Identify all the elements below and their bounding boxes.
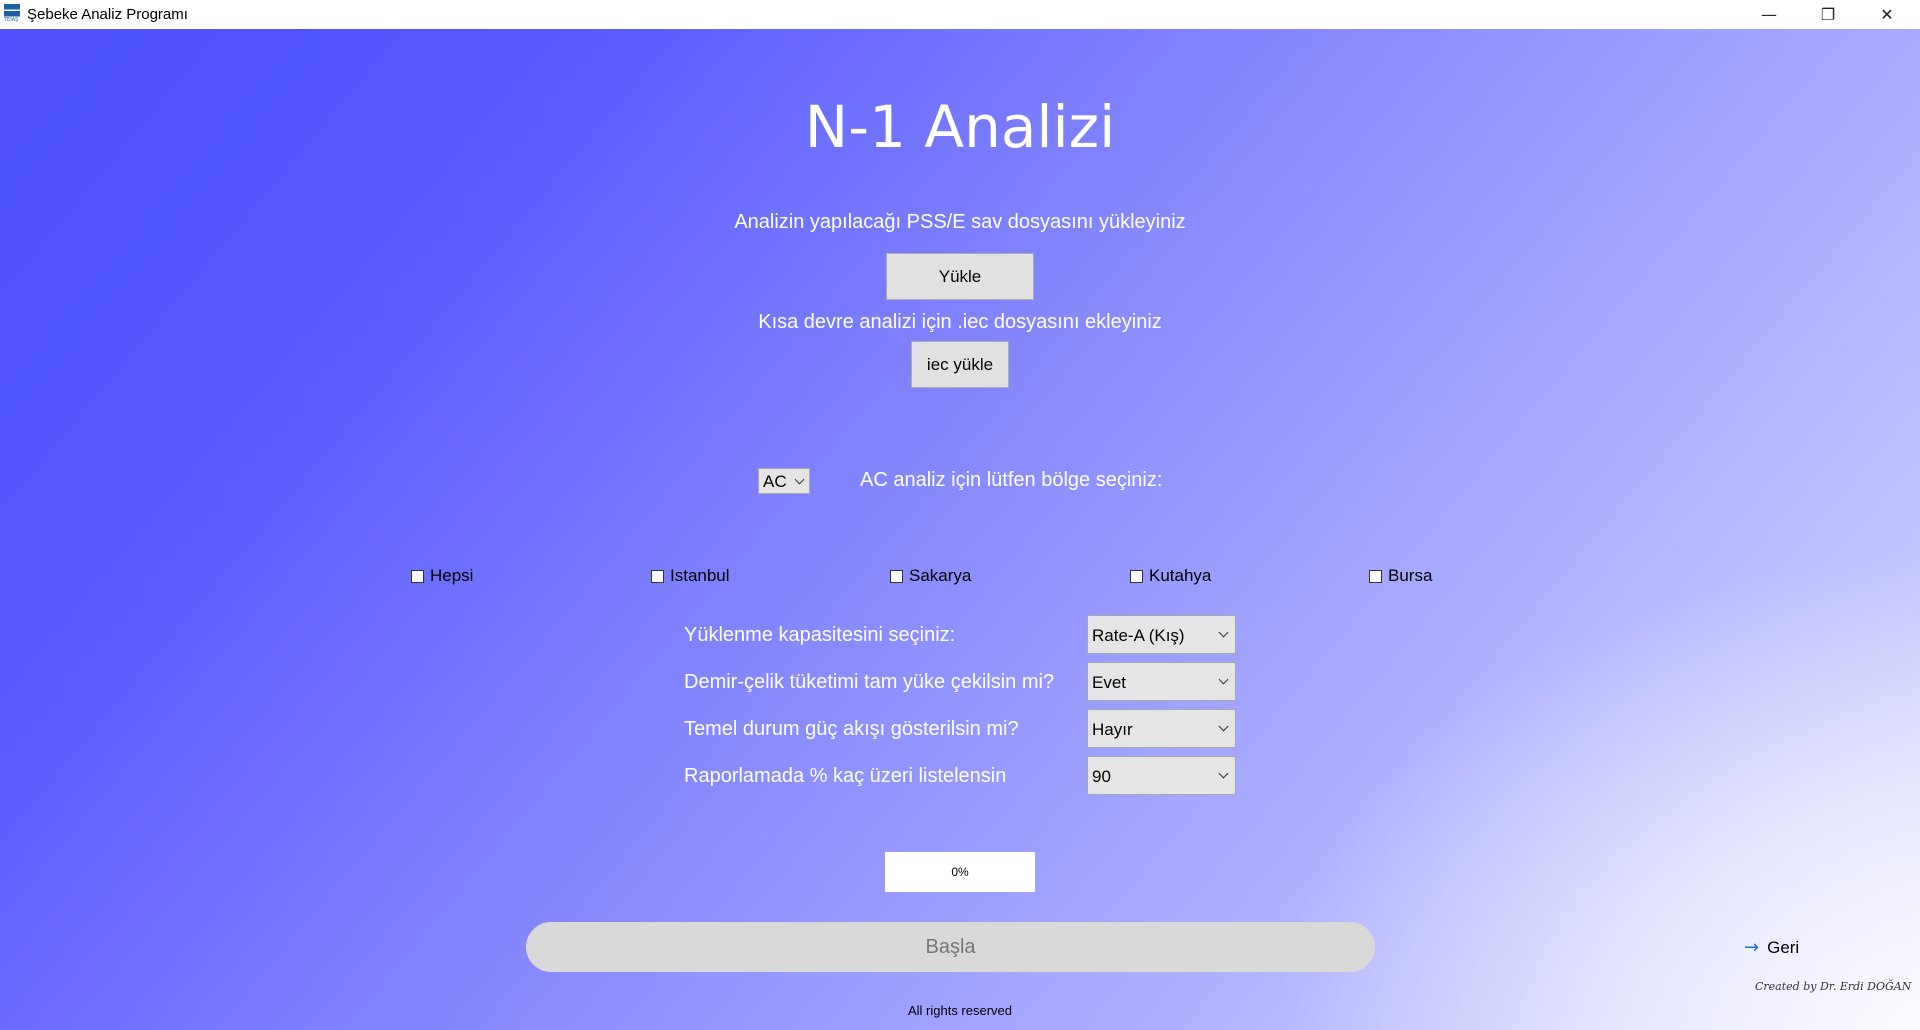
close-button[interactable]: ✕ [1858, 0, 1916, 29]
close-icon: ✕ [1880, 5, 1894, 24]
upload-button[interactable]: Yükle [886, 253, 1034, 300]
app-logo-text: TEİAŞ [4, 17, 19, 23]
base-flow-select[interactable]: Hayır [1087, 709, 1236, 748]
minimize-button[interactable]: — [1740, 0, 1798, 29]
checkbox-box[interactable] [651, 569, 664, 583]
report-threshold-select[interactable]: 90 [1087, 756, 1236, 795]
title-bar: TEİAŞ Şebeke Analiz Programı — ❐ ✕ [0, 0, 1920, 29]
base-flow-label: Temel durum güç akışı gösterilsin mi? [684, 718, 1019, 740]
chevron-down-icon [1218, 721, 1229, 732]
analysis-type-select[interactable]: AC [758, 468, 810, 494]
region-prompt: AC analiz için lütfen bölge seçiniz: [860, 469, 1163, 491]
steel-load-select[interactable]: Evet [1087, 662, 1236, 701]
checkbox-box[interactable] [890, 569, 903, 583]
maximize-button[interactable]: ❐ [1799, 0, 1857, 29]
chevron-down-icon [1218, 627, 1229, 638]
steel-load-value: Evet [1092, 673, 1127, 692]
region-label-istanbul: Istanbul [670, 566, 730, 585]
region-label-hepsi: Hepsi [430, 566, 474, 585]
region-label-sakarya: Sakarya [909, 566, 972, 585]
window-title: Şebeke Analiz Programı [27, 6, 188, 23]
progress-text: 0% [951, 865, 969, 879]
main-panel: N-1 Analizi Analizin yapılacağı PSS/E sa… [0, 29, 1920, 1030]
app-logo-icon: TEİAŞ [4, 4, 20, 23]
chevron-down-icon [1218, 768, 1229, 779]
restore-icon: ❐ [1820, 5, 1836, 24]
checkbox-box[interactable] [1369, 569, 1382, 583]
minimize-icon: — [1761, 5, 1777, 24]
chevron-down-icon [1218, 674, 1229, 685]
region-checkbox-hepsi[interactable]: Hepsi [411, 566, 473, 586]
region-checkbox-bursa[interactable]: Bursa [1369, 566, 1432, 586]
start-button[interactable]: Başla [526, 922, 1375, 972]
page-title: N-1 Analizi [804, 93, 1116, 161]
back-link[interactable]: → Geri [1744, 937, 1799, 958]
progress-bar: 0% [885, 852, 1035, 892]
report-threshold-value: 90 [1092, 767, 1111, 786]
capacity-select[interactable]: Rate-A (Kış) [1087, 615, 1236, 654]
report-threshold-label: Raporlamada % kaç üzeri listelensin [684, 765, 1007, 787]
steel-load-label: Demir-çelik tüketimi tam yüke çekilsin m… [684, 671, 1055, 693]
region-label-bursa: Bursa [1388, 566, 1433, 585]
iec-prompt: Kısa devre analizi için .iec dosyasını e… [758, 311, 1162, 333]
rights-text: All rights reserved [907, 1003, 1013, 1018]
region-checkbox-kutahya[interactable]: Kutahya [1130, 566, 1211, 586]
base-flow-value: Hayır [1092, 720, 1133, 739]
checkbox-box[interactable] [411, 569, 424, 583]
region-checkbox-istanbul[interactable]: Istanbul [651, 566, 730, 586]
capacity-label: Yüklenme kapasitesini seçiniz: [684, 624, 956, 646]
chevron-down-icon [794, 474, 805, 485]
capacity-value: Rate-A (Kış) [1092, 626, 1185, 645]
back-link-label: Geri [1767, 937, 1800, 957]
region-checkbox-sakarya[interactable]: Sakarya [890, 566, 971, 586]
iec-upload-button[interactable]: iec yükle [911, 341, 1009, 388]
region-label-kutahya: Kutahya [1149, 566, 1212, 585]
credit-text: Created by Dr. Erdi DOĞAN [1755, 980, 1912, 993]
analysis-type-value: AC [763, 472, 787, 491]
arrow-right-icon: → [1744, 937, 1760, 958]
upload-prompt: Analizin yapılacağı PSS/E sav dosyasını … [734, 211, 1186, 233]
checkbox-box[interactable] [1130, 569, 1143, 583]
